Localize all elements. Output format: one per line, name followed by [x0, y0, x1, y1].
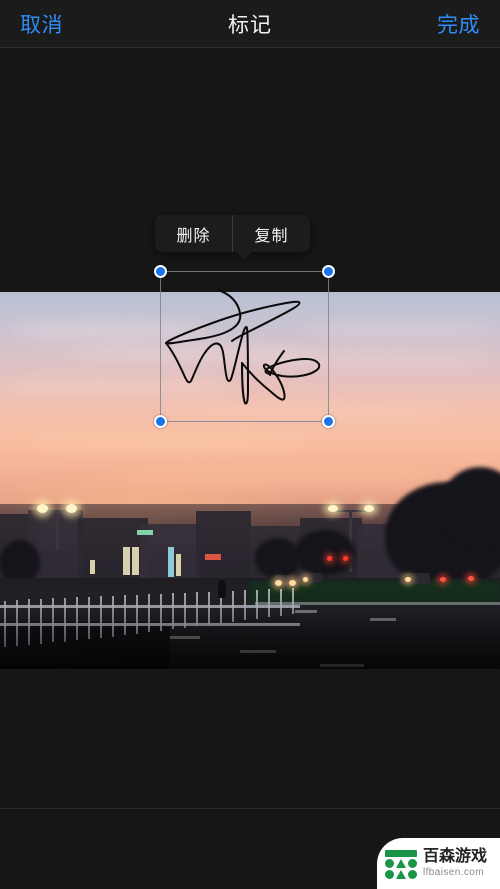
page-title: 标记	[228, 14, 272, 37]
context-menu-item-copy[interactable]: 复制	[233, 215, 310, 252]
street-lamp-post	[56, 510, 59, 550]
street-lamp-light	[328, 505, 338, 512]
car-headlight	[405, 577, 411, 582]
markup-canvas[interactable]	[0, 49, 500, 808]
traffic-light	[327, 556, 332, 561]
photo-vignette	[0, 592, 500, 669]
watermark-logo-triangle	[396, 869, 406, 879]
selection-handle-top-right[interactable]	[322, 265, 335, 278]
cloud	[300, 322, 500, 336]
context-menu: 删除 复制	[155, 215, 310, 252]
watermark-logo-bar	[385, 849, 417, 857]
watermark-logo-dot	[385, 869, 394, 879]
street-lamp-light	[37, 504, 48, 513]
context-menu-arrow	[235, 251, 253, 260]
watermark-title: 百森游戏	[423, 848, 488, 865]
car-headlight	[303, 577, 308, 582]
cancel-button[interactable]: 取消	[20, 0, 63, 48]
top-navigation-bar: 标记 取消 完成	[0, 0, 500, 48]
watermark-logo-dot	[408, 869, 417, 879]
cloud	[30, 432, 310, 452]
car-taillight	[468, 576, 474, 581]
markup-screen: 标记 取消 完成 删除 复制 百森游戏 lfbaisen.com	[0, 0, 500, 889]
signature-annotation[interactable]	[160, 271, 329, 422]
selection-handle-top-left[interactable]	[154, 265, 167, 278]
lit-window	[90, 560, 95, 574]
selection-handle-bottom-left[interactable]	[154, 415, 167, 428]
watermark-logo-dot	[385, 858, 394, 868]
watermark-text: 百森游戏 lfbaisen.com	[423, 849, 487, 878]
street-lamp-light	[364, 505, 374, 512]
context-menu-item-delete[interactable]: 删除	[155, 215, 232, 252]
tree	[295, 530, 355, 575]
neon-sign	[205, 554, 221, 560]
lit-window	[137, 530, 153, 535]
tree	[255, 538, 300, 578]
cloud	[120, 467, 450, 485]
done-button[interactable]: 完成	[437, 0, 480, 48]
watermark: 百森游戏 lfbaisen.com	[377, 838, 500, 889]
selection-handle-bottom-right[interactable]	[322, 415, 335, 428]
watermark-logo-triangle	[396, 858, 406, 868]
lit-window	[123, 547, 130, 575]
watermark-logo-icon	[384, 849, 418, 879]
traffic-light	[343, 556, 348, 561]
car-taillight	[440, 577, 446, 582]
street-lamp-light	[66, 504, 77, 513]
annotation-selection[interactable]	[154, 265, 335, 428]
watermark-url: lfbaisen.com	[423, 867, 484, 878]
lit-window	[132, 547, 139, 575]
watermark-logo-dot	[408, 858, 417, 868]
